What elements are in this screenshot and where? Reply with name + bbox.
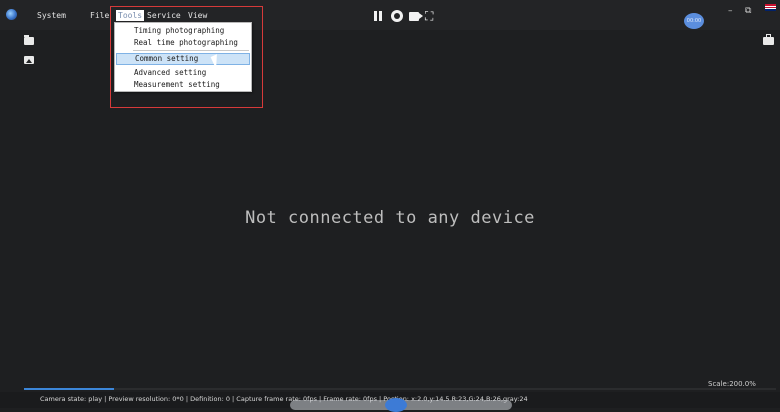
menu-tools[interactable]: Tools — [116, 10, 145, 21]
menu-item-common-setting[interactable]: Common setting — [116, 53, 250, 65]
progress-bar — [24, 388, 776, 390]
toolbox-icon[interactable] — [763, 34, 774, 45]
menu-file[interactable]: File — [90, 11, 109, 20]
minimize-button[interactable]: – — [728, 6, 733, 16]
menu-item-measurement-setting[interactable]: Measurement setting — [116, 79, 250, 91]
menu-system[interactable]: System — [37, 11, 66, 20]
restore-button[interactable]: ⧉ — [745, 6, 751, 16]
pause-icon[interactable] — [372, 10, 385, 22]
scale-label: Scale:200.0% — [708, 380, 756, 388]
tools-dropdown-menu: Timing photographing Real time photograp… — [114, 22, 252, 92]
capture-icon[interactable] — [391, 10, 403, 22]
flag-icon[interactable] — [765, 4, 776, 11]
menu-separator — [133, 50, 249, 51]
menu-item-advanced-setting[interactable]: Advanced setting — [116, 67, 250, 79]
app-logo-icon[interactable] — [6, 9, 17, 20]
menu-service[interactable]: Service — [147, 11, 181, 20]
progress-fill — [24, 388, 115, 390]
menu-item-timing-photographing[interactable]: Timing photographing — [116, 25, 250, 37]
avatar[interactable]: 00:00 — [684, 13, 704, 29]
record-icon[interactable] — [409, 12, 423, 21]
menu-item-real-time-photographing[interactable]: Real time photographing — [116, 37, 250, 49]
menu-view[interactable]: View — [188, 11, 207, 20]
image-icon[interactable] — [24, 56, 34, 64]
no-device-message: Not connected to any device — [245, 208, 535, 228]
taskbar-app-icon — [385, 398, 407, 412]
fullscreen-icon[interactable]: ⛶ — [425, 10, 438, 22]
folder-icon[interactable] — [24, 35, 34, 45]
preview-controls: ⛶ — [372, 10, 438, 22]
